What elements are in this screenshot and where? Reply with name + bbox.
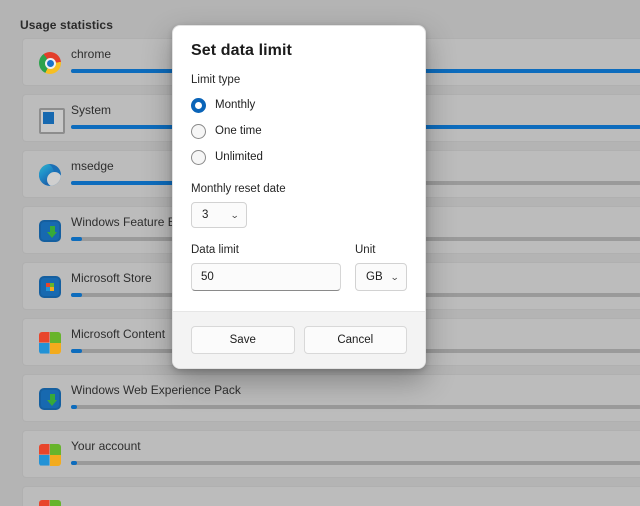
store-icon	[39, 276, 61, 298]
data-limit-input[interactable]	[191, 263, 341, 291]
monthly-reset-date-label: Monthly reset date	[191, 183, 407, 195]
download-icon	[39, 388, 61, 410]
page-title: Usage statistics	[20, 18, 113, 32]
usage-bar-fill	[71, 293, 82, 297]
radio-mark-icon	[191, 124, 206, 139]
list-item-label: chrome	[71, 47, 111, 61]
list-item-label: msedge	[71, 159, 114, 173]
download-icon	[39, 220, 61, 242]
save-button[interactable]: Save	[191, 326, 295, 354]
unit-value: GB	[366, 271, 383, 283]
data-limit-field-group: Data limit	[191, 244, 341, 291]
microsoft-icon	[39, 500, 61, 506]
microsoft-icon	[39, 444, 61, 466]
radio-mark-icon	[191, 150, 206, 165]
usage-bar	[71, 461, 640, 465]
radio-mark-icon	[191, 98, 206, 113]
limit-type-label: Limit type	[191, 74, 407, 86]
radio-label: One time	[215, 125, 262, 137]
limit-and-unit-row: Data limit Unit GB ⌄	[191, 244, 407, 291]
usage-bar-fill	[71, 349, 82, 353]
microsoft-icon	[39, 332, 61, 354]
dialog-title: Set data limit	[191, 42, 407, 60]
radio-one-time[interactable]: One time	[191, 119, 407, 143]
radio-label: Monthly	[215, 99, 255, 111]
list-item-label: System	[71, 103, 111, 117]
data-limit-label: Data limit	[191, 244, 341, 256]
dialog-body: Set data limit Limit type Monthly One ti…	[173, 26, 425, 311]
cancel-button[interactable]: Cancel	[304, 326, 408, 354]
usage-bar-fill	[71, 237, 82, 241]
system-icon	[39, 108, 61, 130]
list-item[interactable]: Windows Web Experience Pack	[22, 374, 640, 422]
edge-icon	[39, 164, 61, 186]
usage-bar	[71, 405, 640, 409]
dialog-footer: Save Cancel	[173, 311, 425, 368]
set-data-limit-dialog: Set data limit Limit type Monthly One ti…	[172, 25, 426, 369]
list-item-label: Windows Web Experience Pack	[71, 383, 241, 397]
radio-label: Unlimited	[215, 151, 263, 163]
unit-label: Unit	[355, 244, 407, 256]
usage-bar-fill	[71, 181, 174, 185]
list-item[interactable]	[22, 486, 640, 506]
list-item-label: Microsoft Store	[71, 271, 152, 285]
radio-unlimited[interactable]: Unlimited	[191, 145, 407, 169]
chevron-down-icon: ⌄	[231, 211, 240, 220]
chevron-down-icon: ⌄	[391, 273, 400, 282]
monthly-reset-date-value: 3	[202, 209, 208, 221]
chrome-icon	[39, 52, 61, 74]
list-item-label: Your account	[71, 439, 141, 453]
unit-field-group: Unit GB ⌄	[355, 244, 407, 291]
list-item-label: Microsoft Content	[71, 327, 165, 341]
limit-type-radio-group: Monthly One time Unlimited	[191, 93, 407, 169]
usage-bar-fill	[71, 405, 77, 409]
usage-bar-fill	[71, 461, 77, 465]
monthly-reset-date-select[interactable]: 3 ⌄	[191, 202, 247, 228]
unit-select[interactable]: GB ⌄	[355, 263, 407, 291]
list-item[interactable]: Your account	[22, 430, 640, 478]
radio-monthly[interactable]: Monthly	[191, 93, 407, 117]
